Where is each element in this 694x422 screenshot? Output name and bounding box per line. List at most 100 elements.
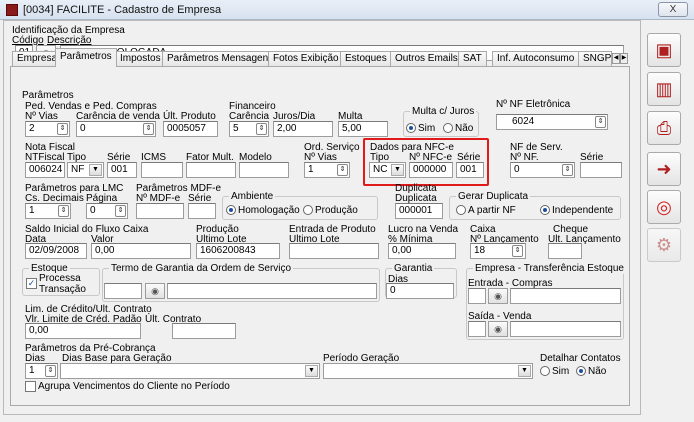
nf-eletronica-spin[interactable]: ⇕	[595, 116, 606, 128]
processa-transacao-checkbox[interactable]: ✓	[26, 278, 37, 289]
tools-button[interactable]: ⚙	[647, 228, 681, 262]
a-partir-nf-radio[interactable]	[456, 205, 466, 215]
tab-fotos-exibicao[interactable]: Fotos Exibição	[268, 51, 344, 66]
fator-mult-field[interactable]	[186, 162, 236, 178]
mdfe-numero-field[interactable]	[136, 203, 184, 219]
termo-desc-field[interactable]	[167, 283, 377, 299]
nfce-numero-field[interactable]: 000000	[409, 162, 453, 178]
nota-serie-field[interactable]: 001	[107, 162, 137, 178]
tab-parametros[interactable]: Parâmetros	[55, 48, 117, 67]
ntfiscal-field[interactable]: 006024	[25, 162, 65, 178]
delete-button[interactable]: ▥	[647, 72, 681, 106]
window-title: [0034] FACILITE - Cadastro de Empresa	[23, 4, 222, 16]
saldo-valor-field[interactable]: 0,00	[91, 243, 191, 259]
credito-contrato-field[interactable]	[172, 323, 236, 339]
tab-scroll-left[interactable]: ◀	[612, 53, 620, 64]
pre-dias-spin[interactable]: ⇕	[45, 365, 56, 377]
search-saida-button[interactable]: ◉	[488, 321, 508, 337]
exit-door-icon: ➜	[656, 158, 672, 179]
lmc-casas-spin[interactable]: ⇕	[58, 205, 69, 217]
app-icon	[6, 4, 18, 16]
nf-eletronica-value: 6024	[512, 116, 535, 127]
detalhar-sim-radio[interactable]	[540, 366, 550, 376]
gerar-duplicata-title: Gerar Duplicata	[456, 191, 531, 202]
garantia-dias-field[interactable]: 0	[386, 283, 454, 299]
lifebuoy-icon: ◎	[656, 196, 672, 217]
dias-base-select[interactable]: ▼	[60, 363, 320, 379]
entrada-lote-field[interactable]	[289, 243, 379, 259]
fin-carencia-spin[interactable]: ⇕	[256, 123, 267, 135]
ped-carencia-spin[interactable]: ⇕	[143, 123, 154, 135]
tab-sngpc[interactable]: SNGPC	[578, 51, 612, 66]
tab-parametros-mensagens[interactable]: Parâmetros Mensagens	[162, 51, 279, 66]
parametros-title: Parâmetros	[22, 90, 74, 101]
tab-scroll-right[interactable]: ▶	[620, 53, 628, 64]
caixa-lancamento-spin[interactable]: ⇕	[512, 245, 523, 257]
exit-button[interactable]: ➜	[647, 152, 681, 186]
fin-multa-field[interactable]: 5,00	[338, 121, 388, 137]
cheque-ult-field[interactable]	[548, 243, 582, 259]
title-bar: [0034] FACILITE - Cadastro de Empresa X	[0, 0, 694, 20]
termo-code-field[interactable]	[104, 283, 142, 299]
credito-limite-field[interactable]: 0,00	[25, 323, 141, 339]
ped-vias-spin[interactable]: ⇕	[57, 123, 68, 135]
help-button[interactable]: ◎	[647, 190, 681, 224]
ped-ult-produto-field[interactable]: 0005057	[163, 121, 218, 137]
saldo-data-field[interactable]: 02/09/2008	[25, 243, 87, 259]
ord-vias-spin[interactable]: ⇕	[337, 164, 348, 176]
garantia-title: Garantia	[392, 263, 435, 274]
tab-impostos[interactable]: Impostos	[115, 51, 166, 66]
icms-field[interactable]	[141, 162, 183, 178]
tab-outros-emails[interactable]: Outros Emails	[390, 51, 463, 66]
save-button[interactable]: ▣	[647, 33, 681, 67]
nfce-tipo-value: NC	[373, 164, 388, 175]
lmc-pagina-spin[interactable]: ⇕	[115, 205, 126, 217]
tab-inf-autoconsumo[interactable]: Inf. Autoconsumo	[492, 51, 580, 66]
nfce-tipo-select[interactable]: NC ▼	[369, 162, 406, 178]
chevron-down-icon: ▼	[518, 365, 531, 377]
ambiente-title: Ambiente	[229, 191, 276, 202]
tab-estoques[interactable]: Estoques	[340, 51, 392, 66]
search-termo-button[interactable]: ◉	[145, 283, 165, 299]
printer-icon: ⎙	[656, 117, 672, 138]
periodo-select[interactable]: ▼	[323, 363, 533, 379]
producao-radio[interactable]	[303, 205, 313, 215]
entrada-compras-desc[interactable]	[510, 288, 621, 304]
fin-juros-field[interactable]: 2,00	[273, 121, 333, 137]
nf-serv-spin[interactable]: ⇕	[562, 164, 573, 176]
multa-juros-sim-radio[interactable]	[406, 123, 416, 133]
detalhar-nao-radio[interactable]	[576, 366, 586, 376]
independente-radio[interactable]	[540, 205, 550, 215]
detalhar-sim-label: Sim	[552, 366, 570, 377]
print-button[interactable]: ⎙	[647, 111, 681, 145]
multa-juros-nao-radio[interactable]	[443, 123, 453, 133]
processa-transacao-label: Processa Transação	[39, 273, 86, 295]
close-button[interactable]: X	[658, 2, 688, 17]
nfce-serie-field[interactable]: 001	[456, 162, 484, 178]
nota-tipo-value: NF	[71, 164, 85, 175]
tab-sat[interactable]: SAT	[458, 51, 487, 66]
nota-tipo-select[interactable]: NF ▼	[67, 162, 104, 178]
producao-lote-field[interactable]: 1606200843	[196, 243, 280, 259]
homologacao-label: Homologação	[238, 205, 300, 216]
modelo-field[interactable]	[239, 162, 289, 178]
floppy-disk-icon: ▣	[655, 39, 673, 60]
entrada-compras-field[interactable]	[468, 288, 486, 304]
transferencia-title: Empresa - Transferência Estoque	[473, 263, 626, 274]
nf-eletronica-field[interactable]: 6024	[496, 114, 608, 130]
saida-venda-desc[interactable]	[510, 321, 621, 337]
multa-juros-sim-label: Sim	[418, 123, 436, 134]
search-entrada-button[interactable]: ◉	[488, 288, 508, 304]
saida-venda-field[interactable]	[468, 321, 486, 337]
mdfe-serie-field[interactable]	[188, 203, 216, 219]
lucro-minima-field[interactable]: 0,00	[388, 243, 456, 259]
chevron-down-icon: ▼	[305, 365, 318, 377]
homologacao-radio[interactable]	[226, 205, 236, 215]
nf-serv-serie-field[interactable]	[580, 162, 622, 178]
binoculars-icon: ◉	[151, 286, 159, 296]
agrupa-checkbox[interactable]	[25, 381, 36, 392]
tools-icon: ⚙	[655, 234, 673, 255]
trash-icon: ▥	[655, 78, 673, 99]
duplicata-field[interactable]: 000001	[395, 203, 443, 219]
detalhar-nao-label: Não	[588, 366, 607, 377]
